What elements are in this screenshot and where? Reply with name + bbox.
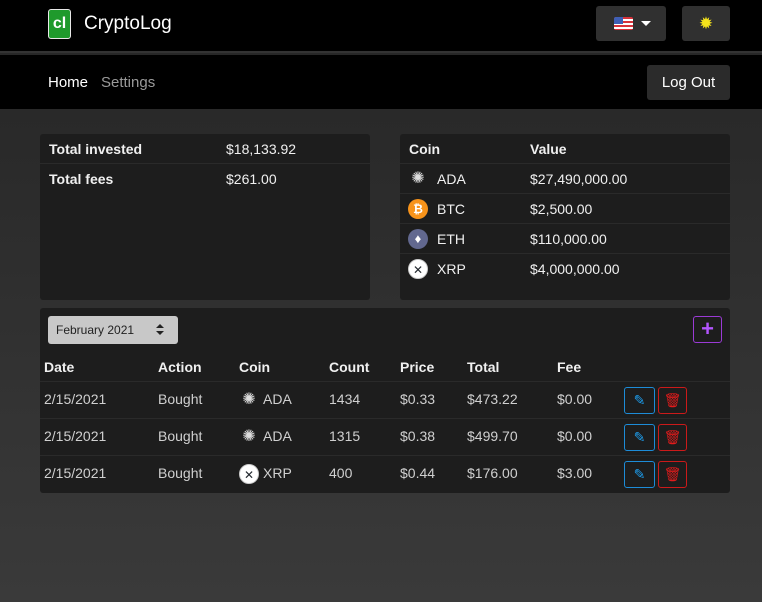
coin-value: $2,500.00 xyxy=(530,201,593,217)
transaction-action: Bought xyxy=(158,465,203,481)
coin-value: $4,000,000.00 xyxy=(530,261,620,277)
coin-table-header: Coin Value xyxy=(400,134,730,164)
transaction-price: $0.38 xyxy=(400,428,436,444)
action-column-header: Action xyxy=(158,359,202,375)
coin-value: $110,000.00 xyxy=(530,231,607,247)
summary-card: Total invested $18,133.92 Total fees $26… xyxy=(40,134,370,300)
language-select-button[interactable] xyxy=(596,6,666,41)
select-arrows-icon xyxy=(156,324,164,336)
coin-column-header: Coin xyxy=(239,359,271,375)
transaction-action: Bought xyxy=(158,428,203,444)
transaction-coin: ADA xyxy=(263,391,292,407)
coin-name: XRP xyxy=(437,261,466,277)
coin-row: ♦ ETH $110,000.00 xyxy=(400,224,730,254)
transaction-total: $499.70 xyxy=(467,428,518,444)
trash-icon: 🗑 xyxy=(663,392,682,408)
delete-button[interactable]: 🗑 xyxy=(658,461,687,488)
summary-label: Total invested xyxy=(49,141,143,157)
transaction-fee: $0.00 xyxy=(557,428,593,444)
summary-label: Total fees xyxy=(49,171,114,187)
transaction-count: 400 xyxy=(329,465,353,481)
add-transaction-button[interactable]: + xyxy=(693,316,722,343)
coin-row: ✺ ADA $27,490,000.00 xyxy=(400,164,730,194)
transaction-fee: $3.00 xyxy=(557,465,593,481)
transaction-total: $176.00 xyxy=(467,465,518,481)
month-select-value: February 2021 xyxy=(56,323,135,337)
nav-settings-link[interactable]: Settings xyxy=(101,74,155,91)
delete-button[interactable]: 🗑 xyxy=(658,424,687,451)
xrp-icon: ✕ xyxy=(239,464,259,484)
xrp-icon: ✕ xyxy=(408,259,428,279)
transaction-date: 2/15/2021 xyxy=(44,391,107,407)
coin-name: ETH xyxy=(437,231,465,247)
transaction-total: $473.22 xyxy=(467,391,518,407)
nav-bar: Home Settings Log Out xyxy=(0,55,762,109)
transaction-action: Bought xyxy=(158,391,203,407)
price-column-header: Price xyxy=(400,359,435,375)
sun-icon: ✹ xyxy=(698,14,714,33)
table-row: 2/15/2021 Bought ✕ XRP 400 $0.44 $176.00… xyxy=(40,456,730,493)
btc-icon: ₿ xyxy=(408,199,428,219)
edit-button[interactable]: ✎ xyxy=(624,461,655,488)
transaction-price: $0.44 xyxy=(400,465,436,481)
app-logo[interactable]: cl xyxy=(48,9,71,39)
us-flag-icon xyxy=(614,17,633,30)
date-column-header: Date xyxy=(44,359,75,375)
pencil-icon: ✎ xyxy=(633,429,646,445)
transaction-date: 2/15/2021 xyxy=(44,465,107,481)
transaction-price: $0.33 xyxy=(400,391,436,407)
trash-icon: 🗑 xyxy=(663,429,682,445)
coin-column-header: Coin xyxy=(409,141,441,157)
coin-name: ADA xyxy=(437,171,466,187)
total-column-header: Total xyxy=(467,359,500,375)
ada-icon: ✺ xyxy=(242,428,256,445)
summary-value: $261.00 xyxy=(226,171,277,187)
transaction-count: 1434 xyxy=(329,391,361,407)
summary-row: Total fees $261.00 xyxy=(40,164,370,194)
coin-name: BTC xyxy=(437,201,465,217)
transaction-coin: XRP xyxy=(263,465,292,481)
coin-row: ✕ XRP $4,000,000.00 xyxy=(400,254,730,284)
transactions-card: February 2021 + Date Action Coin Count P… xyxy=(40,308,730,493)
trash-icon: 🗑 xyxy=(663,466,682,482)
table-row: 2/15/2021 Bought ✺ ADA 1434 $0.33 $473.2… xyxy=(40,382,730,419)
nav-home-link[interactable]: Home xyxy=(48,74,88,91)
transactions-table-header: Date Action Coin Count Price Total Fee xyxy=(40,352,730,382)
summary-row: Total invested $18,133.92 xyxy=(40,134,370,164)
transaction-date: 2/15/2021 xyxy=(44,428,107,444)
delete-button[interactable]: 🗑 xyxy=(658,387,687,414)
eth-icon: ♦ xyxy=(408,229,428,249)
ada-icon: ✺ xyxy=(411,170,425,187)
ada-icon: ✺ xyxy=(242,391,256,408)
theme-toggle-button[interactable]: ✹ xyxy=(682,6,730,41)
fee-column-header: Fee xyxy=(557,359,582,375)
transaction-coin: ADA xyxy=(263,428,292,444)
coin-values-card: Coin Value ✺ ADA $27,490,000.00 ₿ BTC $2… xyxy=(400,134,730,300)
count-column-header: Count xyxy=(329,359,370,375)
edit-button[interactable]: ✎ xyxy=(624,387,655,414)
coin-value: $27,490,000.00 xyxy=(530,171,628,187)
transaction-fee: $0.00 xyxy=(557,391,593,407)
edit-button[interactable]: ✎ xyxy=(624,424,655,451)
pencil-icon: ✎ xyxy=(633,466,646,482)
summary-value: $18,133.92 xyxy=(226,141,297,157)
table-row: 2/15/2021 Bought ✺ ADA 1315 $0.38 $499.7… xyxy=(40,419,730,456)
logout-button[interactable]: Log Out xyxy=(647,65,730,100)
value-column-header: Value xyxy=(530,141,567,157)
top-bar: cl CryptoLog ✹ xyxy=(0,0,762,53)
transaction-count: 1315 xyxy=(329,428,361,444)
app-title[interactable]: CryptoLog xyxy=(84,13,172,35)
month-select[interactable]: February 2021 xyxy=(48,316,178,344)
caret-down-icon xyxy=(641,21,651,26)
pencil-icon: ✎ xyxy=(633,392,646,408)
coin-row: ₿ BTC $2,500.00 xyxy=(400,194,730,224)
